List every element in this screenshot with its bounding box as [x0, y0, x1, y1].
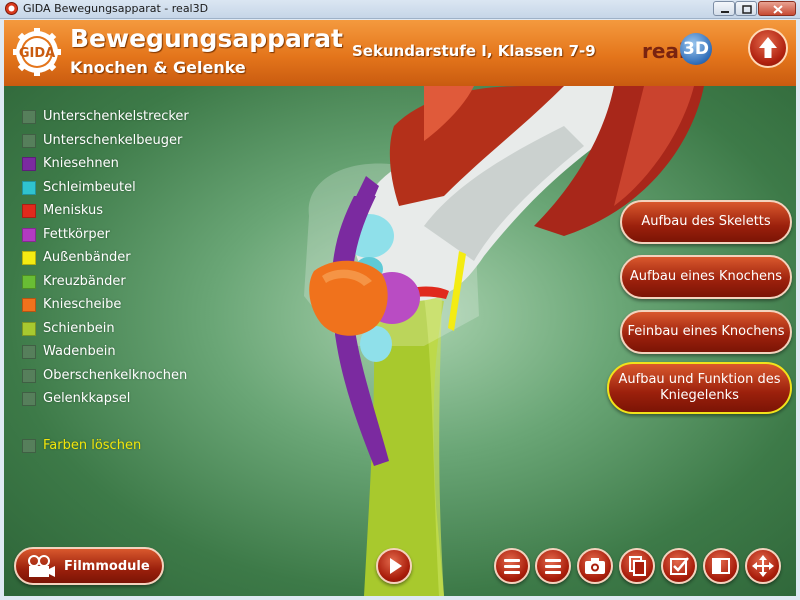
legend-label: Meniskus [43, 203, 103, 218]
copy-icon [629, 556, 646, 576]
legend-item[interactable]: Außenbänder [22, 249, 222, 269]
legend-item[interactable]: Meniskus [22, 202, 222, 222]
move-arrows-icon [752, 555, 774, 577]
legend-label: Kreuzbänder [43, 274, 126, 289]
real3d-logo: real 3D [642, 33, 726, 73]
color-swatch[interactable] [22, 298, 36, 312]
nav-kniegelenk[interactable]: Aufbau und Funktion des Kniegelenks [607, 362, 792, 414]
legend-item[interactable]: Kniescheibe [22, 296, 222, 316]
legend-label: Schleimbeutel [43, 180, 136, 195]
up-button[interactable] [748, 28, 788, 68]
nav-feinbau-knochen[interactable]: Feinbau eines Knochens [620, 310, 792, 354]
close-button[interactable] [758, 1, 796, 16]
page-title: Bewegungsapparat [70, 24, 344, 53]
legend-item[interactable]: Schienbein [22, 320, 222, 340]
legend-label: Oberschenkelknochen [43, 368, 188, 383]
clear-colors-label: Farben löschen [43, 438, 142, 453]
legend-item[interactable]: Kniesehnen [22, 155, 222, 175]
film-modules-label: Filmmodule [64, 559, 150, 574]
legend-item[interactable]: Unterschenkelstrecker [22, 108, 222, 128]
move-button[interactable] [745, 548, 781, 584]
app-header: GIDA Bewegungsapparat Knochen & Gelenke … [4, 20, 796, 86]
list-icon [504, 559, 520, 574]
color-swatch[interactable] [22, 369, 36, 383]
color-swatch[interactable] [22, 322, 36, 336]
app-icon [5, 2, 18, 15]
color-swatch[interactable] [22, 157, 36, 171]
minimize-icon [721, 11, 729, 13]
color-swatch[interactable] [22, 228, 36, 242]
camera-icon [585, 558, 605, 574]
arrow-up-icon [759, 37, 777, 58]
legend-label: Unterschenkelbeuger [43, 133, 183, 148]
legend-item[interactable]: Kreuzbänder [22, 273, 222, 293]
color-swatch[interactable] [22, 275, 36, 289]
split-view-button[interactable] [703, 548, 739, 584]
play-button[interactable] [376, 548, 412, 584]
grade-level: Sekundarstufe I, Klassen 7-9 [352, 42, 596, 60]
clear-colors-item[interactable]: Farben löschen [22, 437, 222, 457]
legend-label: Gelenkkapsel [43, 391, 131, 406]
list-button-1[interactable] [494, 548, 530, 584]
nav-label: Feinbau eines Knochens [627, 324, 785, 339]
gida-logo: GIDA [13, 28, 61, 76]
film-camera-icon [28, 555, 55, 577]
nav-label: Aufbau eines Knochens [629, 269, 783, 284]
color-swatch[interactable] [22, 204, 36, 218]
screenshot-button[interactable] [577, 548, 613, 584]
nav-aufbau-skelett[interactable]: Aufbau des Skeletts [620, 200, 792, 244]
legend-label: Kniescheibe [43, 297, 122, 312]
color-swatch[interactable] [22, 110, 36, 124]
legend-item[interactable]: Fettkörper [22, 226, 222, 246]
checklist-button[interactable] [661, 548, 697, 584]
legend-item[interactable]: Schleimbeutel [22, 179, 222, 199]
legend-item[interactable]: Gelenkkapsel [22, 390, 222, 410]
close-icon [773, 5, 783, 14]
nav-label: Aufbau des Skeletts [641, 214, 771, 229]
nav-label: Aufbau und Funktion des Kniegelenks [618, 372, 781, 403]
legend-label: Unterschenkelstrecker [43, 109, 189, 124]
logo-text: GIDA [19, 46, 55, 61]
legend-item[interactable]: Wadenbein [22, 343, 222, 363]
page-subtitle: Knochen & Gelenke [70, 58, 246, 77]
nav-aufbau-knochen[interactable]: Aufbau eines Knochens [620, 255, 792, 299]
checkbox-icon [670, 557, 689, 575]
split-view-icon [712, 558, 730, 574]
main-stage: Unterschenkelstrecker Unterschenkelbeuger… [4, 86, 796, 596]
play-icon [390, 558, 402, 574]
clear-colors-checkbox[interactable] [22, 439, 36, 453]
brand-ball-text: 3D [683, 39, 709, 59]
maximize-button[interactable] [735, 1, 757, 16]
film-modules-button[interactable]: Filmmodule [14, 547, 164, 585]
legend-label: Wadenbein [43, 344, 116, 359]
color-swatch[interactable] [22, 392, 36, 406]
color-swatch[interactable] [22, 181, 36, 195]
legend-item[interactable]: Oberschenkelknochen [22, 367, 222, 387]
color-swatch[interactable] [22, 345, 36, 359]
list-button-2[interactable] [535, 548, 571, 584]
legend-label: Fettkörper [43, 227, 110, 242]
legend-label: Kniesehnen [43, 156, 119, 171]
window-titlebar: GIDA Bewegungsapparat - real3D [0, 0, 800, 19]
maximize-icon [742, 5, 752, 14]
minimize-button[interactable] [713, 1, 735, 16]
legend-item[interactable]: Unterschenkelbeuger [22, 132, 222, 152]
brand-ball: 3D [680, 33, 712, 65]
window-title: GIDA Bewegungsapparat - real3D [23, 2, 209, 15]
list-icon [545, 559, 561, 574]
color-swatch[interactable] [22, 251, 36, 265]
legend-label: Außenbänder [43, 250, 131, 265]
copy-button[interactable] [619, 548, 655, 584]
legend-label: Schienbein [43, 321, 115, 336]
color-swatch[interactable] [22, 134, 36, 148]
